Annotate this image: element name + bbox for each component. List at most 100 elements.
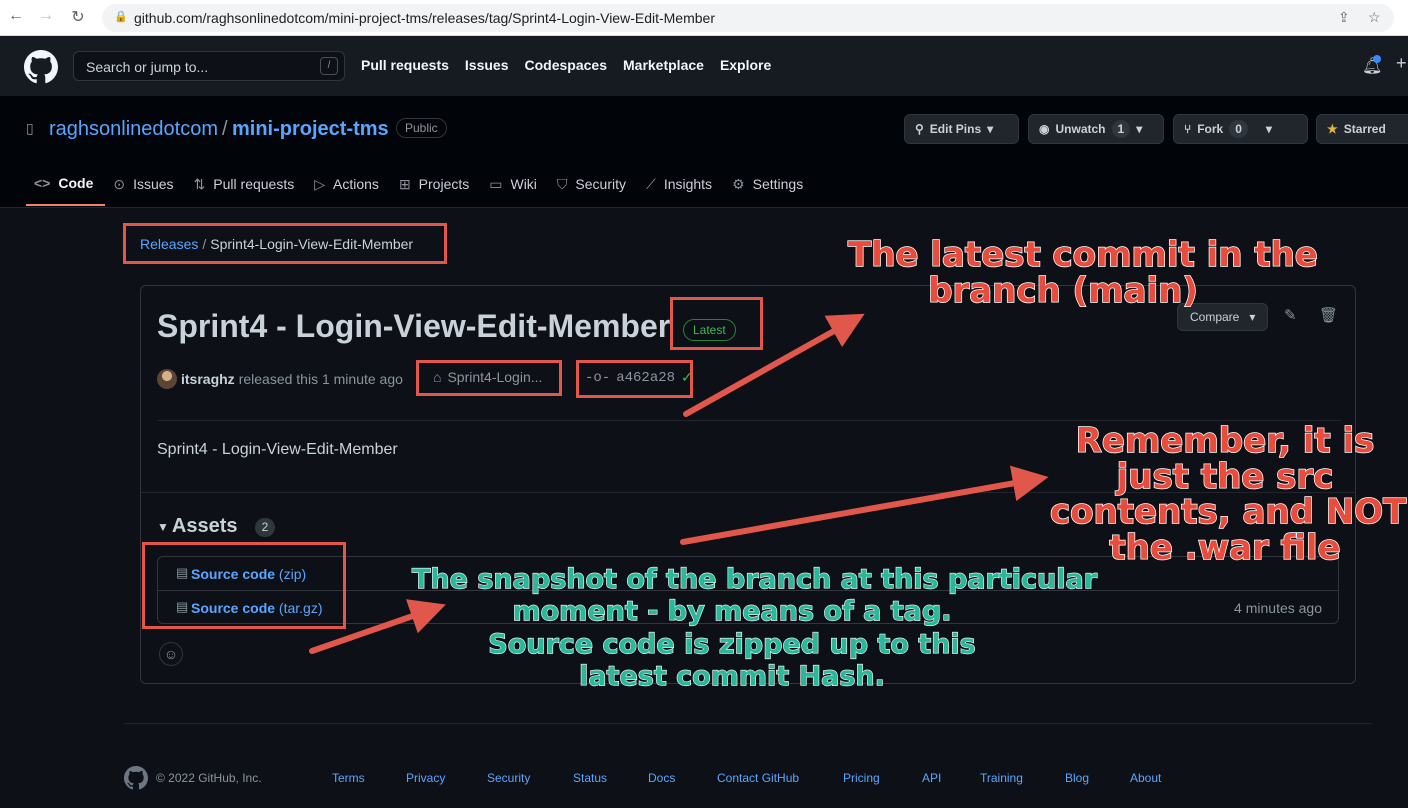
tab-settings-label: Settings — [752, 176, 804, 192]
footer-link-api[interactable]: API — [922, 771, 941, 785]
tab-settings[interactable]: ⚙ Settings — [724, 162, 815, 206]
gear-icon: ⚙ — [732, 175, 745, 192]
footer-link-pricing[interactable]: Pricing — [843, 771, 880, 785]
tab-insights[interactable]: ⟋ Insights — [638, 162, 724, 206]
tab-code[interactable]: <> Code — [26, 162, 106, 206]
footer-link-docs[interactable]: Docs — [648, 771, 675, 785]
caret-down-icon: ▾ — [1249, 310, 1256, 324]
pin-icon: ⚲ — [915, 122, 924, 136]
tab-projects-label: Projects — [418, 176, 470, 192]
create-new-icon[interactable]: + — [1396, 53, 1407, 74]
browser-toolbar: ← → ↻ 🔒 github.com/raghsonlinedotcom/min… — [0, 0, 1408, 36]
nav-pull-requests[interactable]: Pull requests — [361, 57, 449, 73]
tab-insights-label: Insights — [663, 176, 713, 192]
fork-icon: ⑂ — [1184, 122, 1192, 136]
visibility-badge: Public — [396, 118, 447, 138]
footer-link-status[interactable]: Status — [573, 771, 607, 785]
footer-link-about[interactable]: About — [1130, 771, 1161, 785]
assets-label: Assets — [171, 515, 238, 537]
annotation-snapshot-note: The snapshot of the branch at this parti… — [411, 563, 1097, 694]
annotation-line: branch (main) — [927, 270, 1198, 311]
table-icon: ⊞ — [398, 175, 411, 192]
annotation-box-latest — [670, 297, 763, 350]
tab-projects[interactable]: ⊞ Projects — [391, 162, 481, 206]
repo-tabs: <> Code ⊙ Issues ⇅ Pull requests ▷ Actions ⊞… — [26, 162, 815, 206]
starred-button[interactable]: ★ Starred — [1316, 114, 1408, 144]
search-placeholder: Search or jump to... — [86, 59, 209, 75]
starred-label: Starred — [1343, 122, 1386, 136]
fork-button[interactable]: ⑂ Fork 0 ▾ — [1173, 114, 1308, 144]
forward-icon[interactable]: → — [36, 7, 56, 25]
edit-pins-label: Edit Pins — [929, 122, 982, 136]
annotation-line: Source code is zipped up to this — [488, 628, 977, 660]
tab-security-label: Security — [575, 176, 626, 192]
code-icon: <> — [34, 175, 51, 191]
release-title: Sprint4 - Login-View-Edit-Member — [157, 308, 671, 344]
repo-owner-link[interactable]: raghsonlinedotcom — [49, 118, 218, 141]
unwatch-button[interactable]: ◉ Unwatch 1 ▾ — [1028, 114, 1164, 144]
footer-link-contact[interactable]: Contact GitHub — [717, 771, 799, 785]
annotation-commit-note: The latest commit in the branch (main) — [847, 235, 1318, 311]
tab-issues[interactable]: ⊙ Issues — [105, 162, 185, 206]
assets-toggle[interactable]: ▼ Assets — [157, 515, 238, 538]
footer-link-training[interactable]: Training — [980, 771, 1023, 785]
address-bar[interactable]: 🔒 github.com/raghsonlinedotcom/mini-proj… — [102, 4, 1394, 32]
release-body: Sprint4 - Login-View-Edit-Member — [157, 441, 398, 458]
tab-code-label: Code — [58, 175, 94, 191]
annotation-line: the .war file — [1109, 528, 1342, 569]
avatar[interactable] — [157, 369, 177, 389]
footer-link-blog[interactable]: Blog — [1065, 771, 1089, 785]
assets-count: 2 — [255, 518, 275, 537]
bookmark-star-icon[interactable]: ☆ — [1368, 9, 1381, 26]
fork-label: Fork — [1197, 122, 1224, 136]
star-icon: ★ — [1327, 122, 1338, 136]
footer-link-privacy[interactable]: Privacy — [406, 771, 445, 785]
url-text: github.com/raghsonlinedotcom/mini-projec… — [134, 10, 715, 26]
repo-name-link[interactable]: mini-project-tms — [232, 118, 389, 141]
tab-pull-requests[interactable]: ⇅ Pull requests — [186, 162, 307, 206]
repo-header: ▯ raghsonlinedotcom / mini-project-tms P… — [0, 96, 1408, 208]
nav-codespaces[interactable]: Codespaces — [525, 57, 607, 73]
author-link[interactable]: itsraghz — [181, 371, 235, 387]
edit-pins-button[interactable]: ⚲ Edit Pins ▾ — [904, 114, 1019, 144]
pencil-icon[interactable]: ✎ — [1284, 306, 1297, 324]
share-icon[interactable]: ⇪ — [1338, 9, 1350, 26]
github-logo-icon[interactable] — [124, 766, 148, 790]
search-shortcut-key: / — [320, 57, 338, 75]
compare-label: Compare — [1190, 310, 1240, 324]
caret-down-icon: ▾ — [1136, 122, 1143, 136]
graph-icon: ⟋ — [646, 175, 656, 192]
annotation-line: just the src — [1116, 456, 1334, 497]
notification-dot — [1373, 55, 1381, 63]
shield-icon: ⛉ — [556, 175, 568, 192]
github-logo-icon[interactable] — [24, 50, 58, 84]
caret-down-icon: ▾ — [987, 122, 994, 136]
issue-icon: ⊙ — [113, 175, 126, 192]
asset-time: 4 minutes ago — [1234, 600, 1322, 616]
annotation-src-note: Remember, it is just the src contents, a… — [1049, 423, 1407, 569]
nav-explore[interactable]: Explore — [720, 57, 771, 73]
nav-marketplace[interactable]: Marketplace — [623, 57, 704, 73]
footer-copyright: © 2022 GitHub, Inc. — [156, 771, 262, 785]
tab-wiki[interactable]: ▭ Wiki — [481, 162, 549, 206]
tab-security[interactable]: ⛉ Security — [549, 162, 638, 206]
annotation-line: The latest commit in the — [847, 235, 1318, 275]
search-input[interactable]: Search or jump to... / — [73, 51, 345, 81]
reload-icon[interactable]: ↻ — [68, 7, 88, 27]
lock-icon: 🔒 — [114, 11, 128, 23]
nav-issues[interactable]: Issues — [465, 57, 509, 73]
tab-issues-label: Issues — [133, 176, 174, 192]
smiley-reaction-icon[interactable]: ☺ — [159, 642, 183, 666]
annotation-box-breadcrumb — [123, 223, 447, 264]
annotation-line: contents, and NOT — [1049, 492, 1407, 533]
repo-icon: ▯ — [26, 120, 34, 136]
footer-link-terms[interactable]: Terms — [332, 771, 365, 785]
tab-pull-requests-label: Pull requests — [213, 176, 295, 192]
trash-icon[interactable]: 🗑︎ — [1319, 306, 1338, 324]
released-text: released this 1 minute ago — [238, 371, 403, 387]
triangle-down-icon: ▼ — [157, 519, 169, 534]
footer-link-security[interactable]: Security — [487, 771, 530, 785]
book-icon: ▭ — [489, 175, 503, 192]
tab-actions[interactable]: ▷ Actions — [306, 162, 391, 206]
back-icon[interactable]: ← — [6, 7, 26, 25]
